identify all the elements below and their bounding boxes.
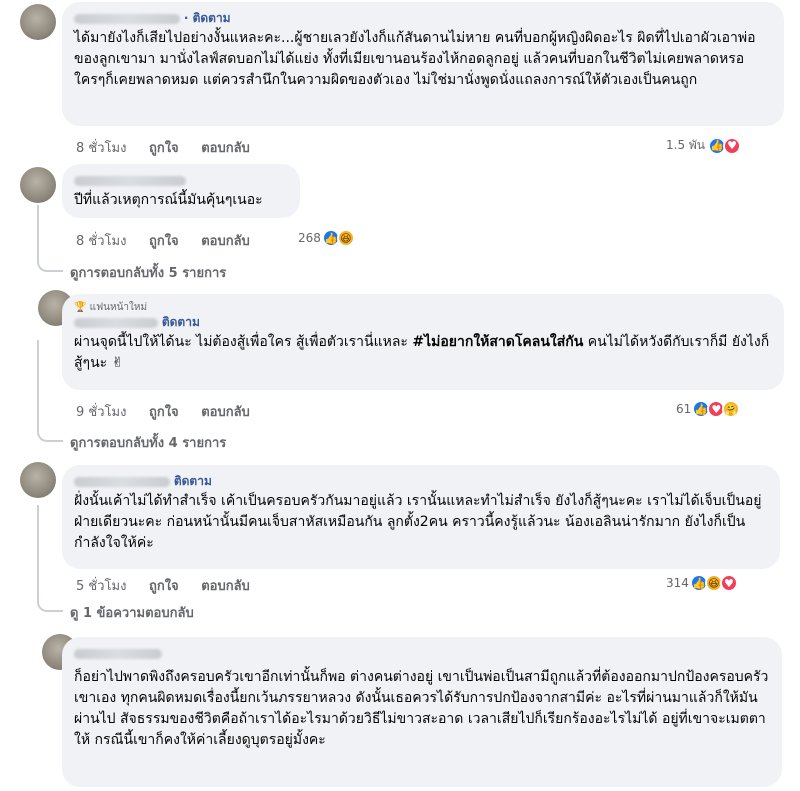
comment-bubble: ก็อย่าไปพาดพิงถึงครอบครัวเขาอีกเท่านั้นก…	[62, 637, 782, 787]
like-button[interactable]: ถูกใจ	[149, 141, 179, 156]
comment-actions: 9 ชั่วโมง ถูกใจ ตอบกลับ	[76, 401, 268, 422]
reaction-count: 61	[676, 402, 692, 416]
comment-text: ผ่านจุดนี้ไปให้ได้นะ ไม่ต้องสู้เพื่อใคร …	[74, 332, 772, 374]
author-name[interactable]	[74, 13, 180, 24]
see-replies-link[interactable]: ดูการตอบกลับทั้ง 5 รายการ	[70, 262, 226, 283]
comment-text: ฝั่งนั้นเค้าไม่ได้ทำสำเร็จ เค้าเป็นครอบค…	[74, 493, 762, 551]
comment-author-row: ติดตาม	[74, 473, 768, 489]
reaction-summary[interactable]: 61 👍 ♥ 🤗	[676, 400, 741, 418]
reaction-summary[interactable]: 314 👍 😆 ♥	[666, 574, 738, 592]
thread-line	[37, 340, 39, 430]
comment-author-row: · ติดตาม	[74, 10, 772, 26]
badge-row: 🏆 แฟนหน้าใหม่	[74, 300, 772, 314]
trophy-icon: 🏆	[74, 302, 87, 313]
comment-bubble: 🏆 แฟนหน้าใหม่ ติดตาม ผ่านจุดนี้ไปให้ได้น…	[62, 294, 784, 390]
comment-time[interactable]: 8 ชั่วโมง	[76, 141, 126, 156]
author-name[interactable]	[74, 317, 158, 328]
author-name[interactable]	[74, 476, 170, 487]
thread-connector	[37, 250, 63, 272]
comment-bubble: ติดตาม ฝั่งนั้นเค้าไม่ได้ทำสำเร็จ เค้าเป…	[62, 465, 780, 569]
comment-actions: 8 ชั่วโมง ถูกใจ ตอบกลับ	[76, 230, 268, 251]
comment-author-row: ติดตาม	[74, 314, 772, 330]
thread-connector	[37, 420, 63, 442]
comment-bubble: ปีที่แล้วเหตุการณ์นี้มันคุ้นๆเนอะ	[62, 164, 300, 218]
comment-actions: 8 ชั่วโมง ถูกใจ ตอบกลับ	[76, 137, 268, 158]
reply-button[interactable]: ตอบกลับ	[201, 141, 250, 156]
heart-icon: ♥	[723, 136, 742, 155]
avatar[interactable]	[20, 167, 56, 203]
hashtag-link[interactable]: #ไม่อยากให้สาดโคลนใส่กัน	[412, 334, 583, 350]
comment-text: ได้มายังไงก็เสียไปอย่างงั้นแหละคะ...ผู้ช…	[74, 30, 756, 88]
see-replies-link[interactable]: ดู 1 ข้อความตอบกลับ	[70, 602, 194, 623]
care-icon: 🤗	[722, 400, 741, 418]
heart-icon: ♥	[719, 574, 738, 592]
comment-text: ก็อย่าไปพาดพิงถึงครอบครัวเขาอีกเท่านั้นก…	[74, 669, 769, 748]
author-name[interactable]	[74, 175, 186, 186]
comment-text-part: ผ่านจุดนี้ไปให้ได้นะ ไม่ต้องสู้เพื่อใคร …	[74, 334, 413, 350]
reaction-summary[interactable]: 268 👍 😆	[298, 229, 355, 247]
laugh-icon: 😆	[336, 229, 355, 247]
comment-time[interactable]: 8 ชั่วโมง	[76, 234, 126, 249]
reaction-count: 314	[666, 576, 689, 590]
reply-button[interactable]: ตอบกลับ	[201, 405, 250, 420]
comment-bubble: · ติดตาม ได้มายังไงก็เสียไปอย่างงั้นแหละ…	[62, 2, 784, 126]
follow-button[interactable]: · ติดตาม	[184, 11, 231, 25]
follow-button[interactable]: ติดตาม	[162, 315, 200, 329]
like-button[interactable]: ถูกใจ	[149, 579, 179, 594]
avatar[interactable]	[20, 462, 56, 498]
new-fan-badge: แฟนหน้าใหม่	[89, 302, 148, 313]
comment-time[interactable]: 5 ชั่วโมง	[76, 579, 126, 594]
reaction-count: 1.5 พัน	[666, 138, 706, 152]
follow-button[interactable]: ติดตาม	[174, 474, 212, 488]
thread-connector	[37, 590, 63, 612]
thread-line	[37, 505, 39, 600]
avatar[interactable]	[20, 4, 56, 40]
reaction-count: 268	[298, 231, 321, 245]
author-name[interactable]	[74, 648, 162, 659]
comment-author-row	[74, 172, 288, 188]
comment-actions: 5 ชั่วโมง ถูกใจ ตอบกลับ	[76, 575, 268, 596]
comment-author-row	[74, 645, 770, 661]
reply-button[interactable]: ตอบกลับ	[201, 234, 250, 249]
thread-line	[37, 205, 39, 250]
like-button[interactable]: ถูกใจ	[149, 405, 179, 420]
see-replies-link[interactable]: ดูการตอบกลับทั้ง 4 รายการ	[70, 432, 226, 453]
comment-text: ปีที่แล้วเหตุการณ์นี้มันคุ้นๆเนอะ	[74, 192, 263, 208]
like-button[interactable]: ถูกใจ	[149, 234, 179, 249]
reply-button[interactable]: ตอบกลับ	[201, 579, 250, 594]
comment-time[interactable]: 9 ชั่วโมง	[76, 405, 126, 420]
reaction-summary[interactable]: 1.5 พัน 👍 ♥	[666, 136, 742, 155]
